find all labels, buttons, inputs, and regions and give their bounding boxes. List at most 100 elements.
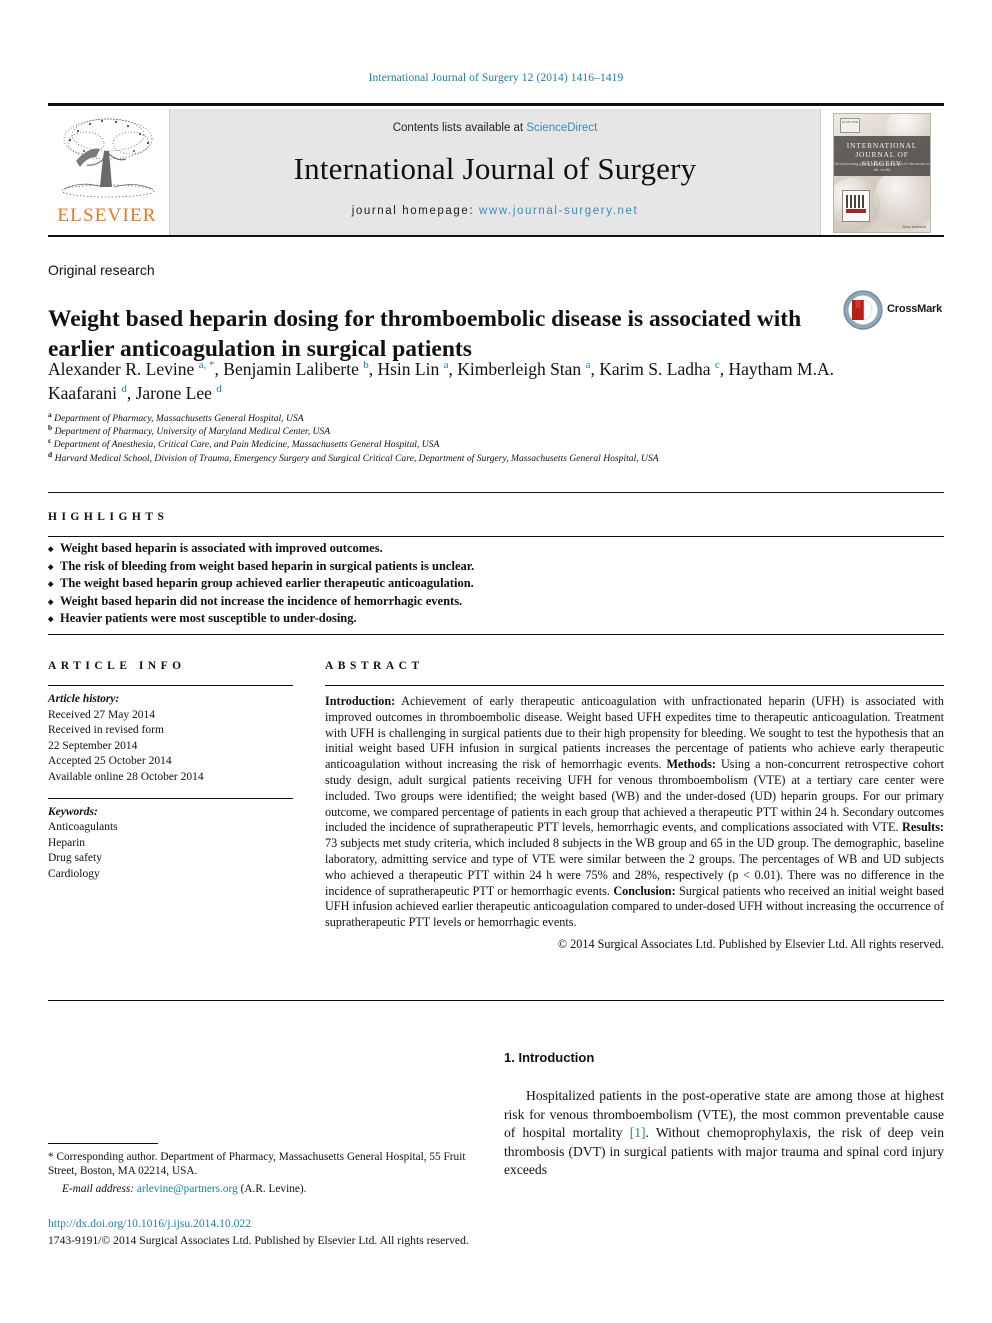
homepage-prefix: journal homepage: xyxy=(351,205,479,217)
affiliation-marker: a xyxy=(48,409,52,419)
article-history-label: Article history: xyxy=(48,693,120,705)
keywords-label: Keywords: xyxy=(48,805,98,818)
abstract-bottom-rule xyxy=(48,1000,944,1001)
corresponding-author-note: * Corresponding author. Department of Ph… xyxy=(48,1150,488,1196)
highlight-item: The risk of bleeding from weight based h… xyxy=(48,558,928,576)
author-name[interactable]: Jarone Lee xyxy=(136,383,217,403)
cover-publisher-badge: ELSEVIER xyxy=(840,118,860,133)
affiliation-item: c Department of Anesthesia, Critical Car… xyxy=(48,436,440,451)
journal-banner: Contents lists available at ScienceDirec… xyxy=(170,109,820,235)
elsevier-logo: ELSEVIER xyxy=(48,109,170,235)
article-history-item: Available online 28 October 2014 xyxy=(48,770,204,783)
author-affiliation-marker: d xyxy=(121,383,127,396)
author-affiliation-marker: d xyxy=(216,383,222,396)
highlight-item: Weight based heparin is associated with … xyxy=(48,540,928,558)
contents-available-line: Contents lists available at ScienceDirec… xyxy=(170,122,820,134)
affiliation-item: d Harvard Medical School, Division of Tr… xyxy=(48,449,659,464)
abstract-section-label: Introduction: xyxy=(325,694,396,708)
corresponding-author-line: * Corresponding author. Department of Ph… xyxy=(48,1150,488,1179)
elsevier-wordmark: ELSEVIER xyxy=(57,205,157,226)
affiliation-marker: b xyxy=(48,423,53,433)
cover-title-band: INTERNATIONAL JOURNAL OF SURGERY Incorpo… xyxy=(834,136,930,176)
author-name[interactable]: Alexander R. Levine xyxy=(48,359,199,379)
abstract-heading: ABSTRACT xyxy=(325,660,424,672)
author-name[interactable]: Hsin Lin xyxy=(377,359,443,379)
journal-homepage-line: journal homepage: www.journal-surgery.ne… xyxy=(170,205,820,217)
article-history-dates: Received 27 May 2014 Received in revised … xyxy=(48,708,293,786)
highlight-item: The weight based heparin group achieved … xyxy=(48,575,928,593)
contents-prefix: Contents lists available at xyxy=(392,122,527,134)
author-affiliation-marker: a xyxy=(585,359,591,372)
crossmark-badge[interactable]: CrossMark xyxy=(843,288,943,334)
abstract-text: Introduction: Achievement of early thera… xyxy=(325,686,944,931)
author-name[interactable]: Karim S. Ladha xyxy=(599,359,715,379)
citation-link-1[interactable]: [1] xyxy=(630,1125,646,1140)
keyword-item[interactable]: Heparin xyxy=(48,836,293,852)
author-affiliation-marker: a, * xyxy=(198,359,215,372)
email-link[interactable]: arlevine@partners.org xyxy=(137,1183,238,1195)
highlights-list: Weight based heparin is associated with … xyxy=(48,540,928,628)
highlight-item: Weight based heparin did not increase th… xyxy=(48,593,928,611)
journal-masthead: ELSEVIER Contents lists available at Sci… xyxy=(48,103,944,237)
journal-cover-thumbnail[interactable]: ELSEVIER INTERNATIONAL JOURNAL OF SURGER… xyxy=(820,109,944,235)
article-history-item: Accepted 25 October 2014 xyxy=(48,755,172,768)
article-type-label: Original research xyxy=(48,262,155,278)
affiliation-list: a Department of Pharmacy, Massachusetts … xyxy=(48,409,928,465)
article-first-page: International Journal of Surgery 12 (201… xyxy=(0,0,992,1323)
email-attribution: (A.R. Levine). xyxy=(240,1182,307,1195)
article-history-block: Article history: Received 27 May 2014 Rec… xyxy=(48,686,293,786)
abstract-section: ABSTRACT Introduction: Achievement of ea… xyxy=(325,660,944,953)
keyword-item[interactable]: Drug safety xyxy=(48,851,293,867)
author-name[interactable]: Benjamin Laliberte xyxy=(223,359,363,379)
email-label: E-mail address: xyxy=(62,1182,135,1195)
journal-homepage-link[interactable]: www.journal-surgery.net xyxy=(479,205,638,217)
author-affiliation-marker: b xyxy=(363,359,369,372)
affiliation-marker: d xyxy=(48,449,53,459)
keyword-item[interactable]: Anticoagulants xyxy=(48,820,293,836)
cover-footer-text: Now Indexed xyxy=(902,224,926,229)
author-name[interactable]: Kimberleigh Stan xyxy=(457,359,585,379)
footnote-rule xyxy=(48,1143,158,1144)
affiliation-item: a Department of Pharmacy, Massachusetts … xyxy=(48,409,304,424)
cover-subtitle: Incorporating global surgery and surgica… xyxy=(834,161,930,172)
abstract-section-label: Conclusion: xyxy=(613,883,676,898)
crossmark-label: CrossMark xyxy=(887,303,943,315)
elsevier-tree-icon xyxy=(56,113,160,205)
article-info-section: ARTICLE INFO Article history: Received 2… xyxy=(48,660,293,883)
author-affiliation-marker: a xyxy=(443,359,449,372)
article-history-item: 22 September 2014 xyxy=(48,739,138,752)
abstract-section-label: Methods: xyxy=(666,757,716,772)
corresponding-author-text: Corresponding author. Department of Phar… xyxy=(48,1151,466,1178)
introduction-heading: 1. Introduction xyxy=(504,1050,595,1065)
introduction-section: 1. Introduction Hospitalized patients in… xyxy=(504,1050,944,1180)
crossmark-icon xyxy=(843,290,883,330)
journal-cover-image: ELSEVIER INTERNATIONAL JOURNAL OF SURGER… xyxy=(833,113,931,233)
running-head: International Journal of Surgery 12 (201… xyxy=(368,72,624,84)
journal-title: International Journal of Surgery xyxy=(293,151,697,186)
issn-copyright-line: 1743-9191/© 2014 Surgical Associates Ltd… xyxy=(48,1234,469,1247)
article-history-item: Received 27 May 2014 xyxy=(48,708,155,721)
affiliation-marker: c xyxy=(48,436,52,446)
highlights-bottom-rule xyxy=(48,634,944,635)
introduction-paragraph: Hospitalized patients in the post-operat… xyxy=(504,1087,944,1180)
cover-crest-icon xyxy=(842,190,870,222)
highlight-item: Heavier patients were most susceptible t… xyxy=(48,610,928,628)
author-affiliation-marker: c xyxy=(714,359,720,372)
highlights-heading: HIGHLIGHTS xyxy=(48,511,169,523)
keywords-block: Keywords: Anticoagulants Heparin Drug safe… xyxy=(48,799,293,883)
cover-title-line1: INTERNATIONAL xyxy=(846,141,918,150)
abstract-copyright: © 2014 Surgical Associates Ltd. Publishe… xyxy=(557,936,944,951)
author-list: Alexander R. Levine a, *, Benjamin Lalib… xyxy=(48,359,834,403)
article-history-item: Received in revised form xyxy=(48,724,164,737)
keywords-values: Anticoagulants Heparin Drug safety Cardiolo… xyxy=(48,820,293,882)
highlights-top-rule xyxy=(48,492,944,493)
cover-crest-bars xyxy=(846,195,866,208)
highlights-mid-rule xyxy=(48,536,944,537)
sciencedirect-link[interactable]: ScienceDirect xyxy=(526,122,597,134)
doi-link[interactable]: http://dx.doi.org/10.1016/j.ijsu.2014.10… xyxy=(48,1217,251,1230)
masthead-bottom-rule xyxy=(48,235,944,237)
page-title: Weight based heparin dosing for thromboe… xyxy=(48,305,802,362)
article-info-heading: ARTICLE INFO xyxy=(48,660,186,672)
masthead-top-rule xyxy=(48,103,944,106)
keyword-item[interactable]: Cardiology xyxy=(48,867,293,883)
